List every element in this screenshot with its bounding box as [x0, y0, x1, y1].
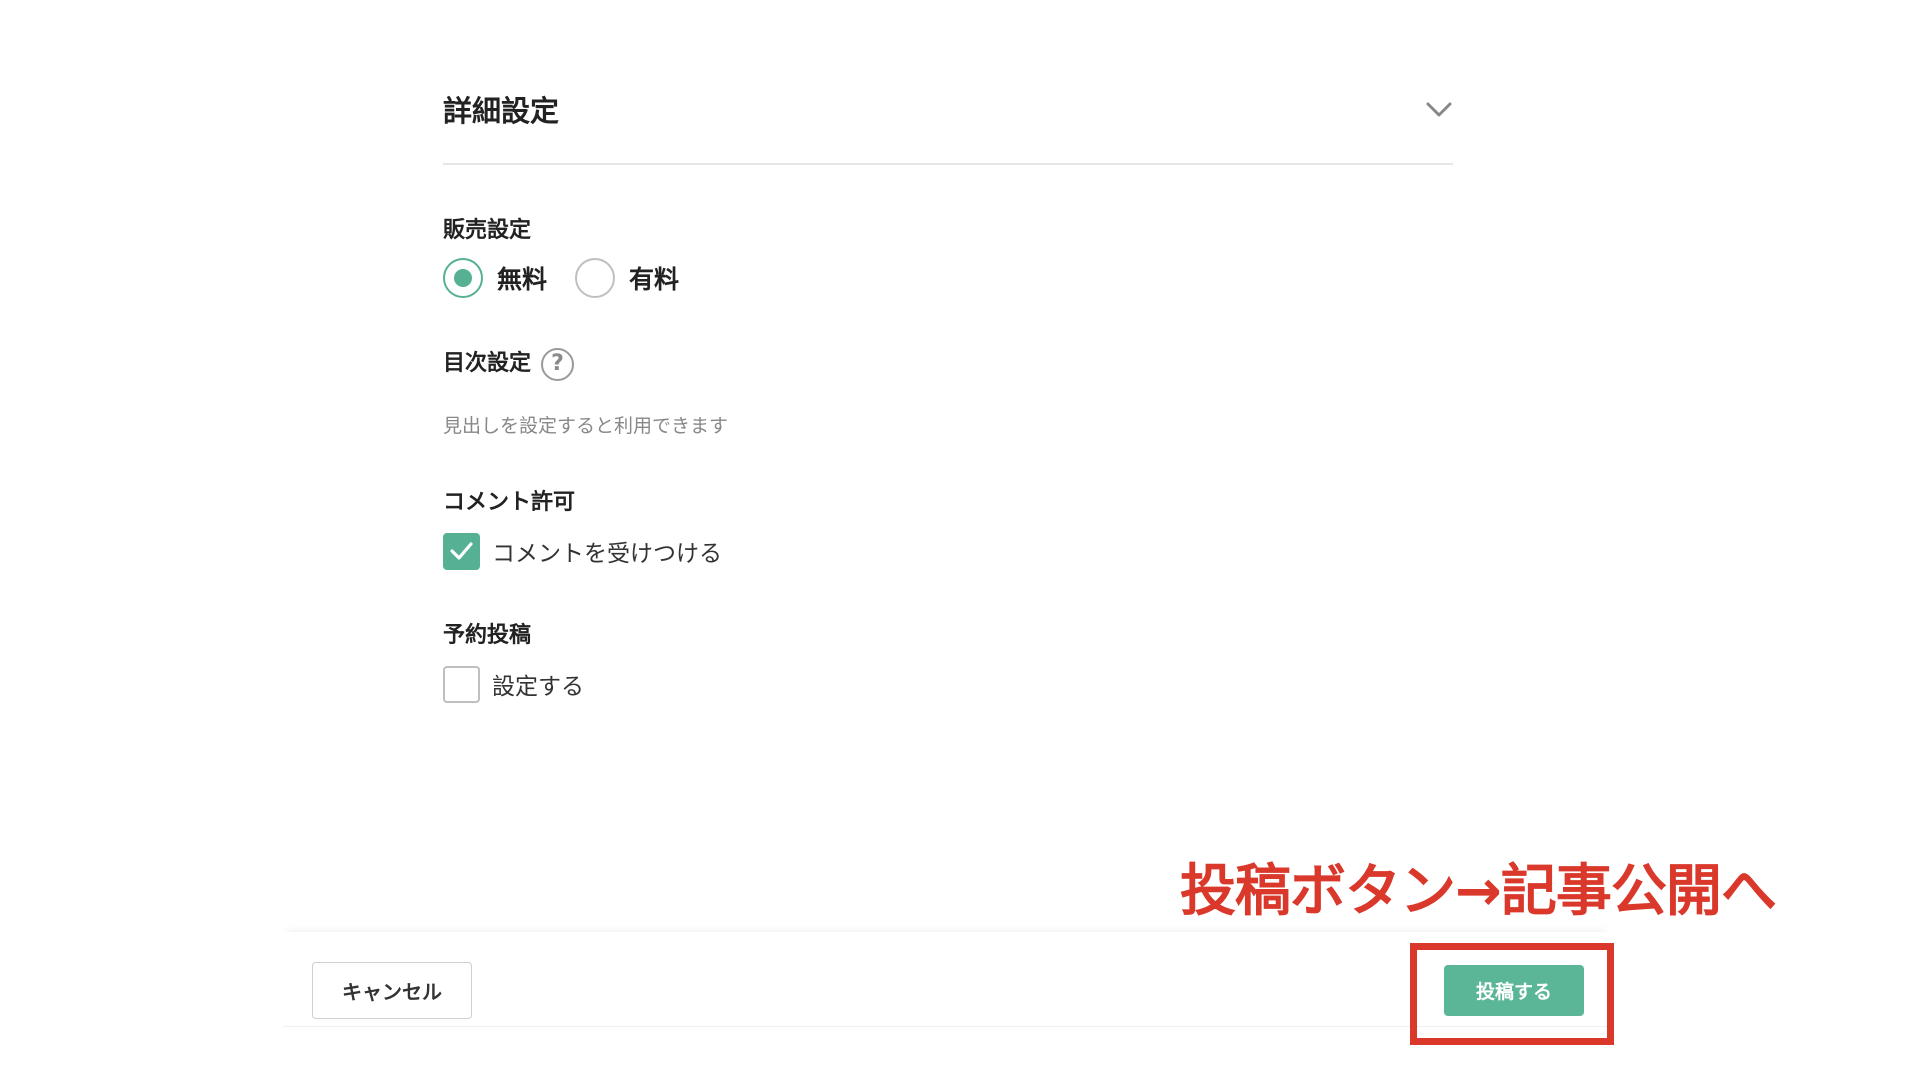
advanced-settings-title: 詳細設定	[443, 94, 560, 128]
advanced-settings-header[interactable]: 詳細設定	[443, 80, 1453, 165]
radio-free-label: 無料	[497, 265, 548, 294]
toc-settings-title: 目次設定	[443, 351, 532, 376]
radio-paid-label: 有料	[629, 265, 680, 294]
cancel-button[interactable]: キャンセル	[312, 962, 472, 1019]
comment-settings-label: コメント許可	[443, 490, 576, 515]
schedule-checkbox-row[interactable]: 設定する	[443, 665, 584, 703]
schedule-checkbox-label: 設定する	[492, 674, 584, 700]
annotation-highlight-box	[1410, 943, 1614, 1045]
sales-radio-group: 無料 有料	[443, 257, 707, 299]
post-settings-page: 詳細設定 販売設定 無料 有料 目次設定? 見出しを設定すると利用できます コメ…	[0, 0, 1920, 1080]
help-icon[interactable]: ?	[541, 347, 575, 381]
comment-checkbox-row[interactable]: コメントを受けつける	[443, 532, 722, 570]
chevron-down-icon[interactable]	[1425, 98, 1453, 120]
radio-option-paid[interactable]: 有料	[575, 258, 679, 298]
sales-settings-label: 販売設定	[443, 218, 532, 243]
comment-checkbox[interactable]	[443, 532, 480, 570]
toc-hint-text: 見出しを設定すると利用できます	[443, 415, 729, 437]
check-icon	[450, 541, 473, 560]
schedule-checkbox[interactable]	[443, 665, 480, 703]
radio-paid[interactable]	[575, 258, 616, 298]
toc-settings-label: 目次設定?	[443, 345, 575, 381]
schedule-settings-label: 予約投稿	[443, 623, 532, 648]
annotation-text: 投稿ボタン→記事公開へ	[1180, 859, 1777, 924]
radio-free[interactable]	[443, 258, 483, 298]
radio-option-free[interactable]: 無料	[443, 258, 547, 298]
comment-checkbox-label: コメントを受けつける	[492, 541, 722, 567]
